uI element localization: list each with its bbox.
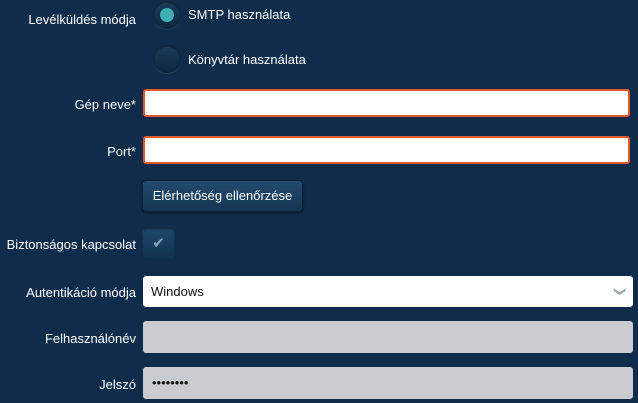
host-input[interactable] bbox=[143, 89, 630, 117]
username-field[interactable] bbox=[143, 321, 633, 353]
password-label: Jelszó bbox=[99, 377, 136, 392]
chevron-down-icon: ❯ bbox=[613, 286, 628, 297]
secure-connection-label: Biztonságos kapcsolat bbox=[6, 237, 136, 252]
password-field[interactable]: •••••••• bbox=[143, 367, 633, 399]
library-radio[interactable] bbox=[153, 45, 181, 73]
radio-selected-dot bbox=[160, 8, 174, 22]
host-label: Gép neve* bbox=[74, 97, 136, 112]
smtp-radio-label[interactable]: SMTP használata bbox=[188, 7, 290, 22]
auth-mode-value: Windows bbox=[151, 284, 204, 299]
auth-mode-label: Autentikáció módja bbox=[26, 285, 136, 300]
secure-connection-checkbox[interactable]: ✔ bbox=[142, 228, 175, 259]
checkmark-icon: ✔ bbox=[152, 235, 165, 252]
auth-mode-select[interactable]: Windows ❯ bbox=[143, 276, 633, 307]
port-label: Port* bbox=[107, 144, 136, 159]
library-radio-label[interactable]: Könyvtár használata bbox=[188, 52, 306, 67]
username-label: Felhasználónév bbox=[44, 331, 136, 346]
send-mode-label: Levélküldés módja bbox=[28, 12, 136, 27]
smtp-radio[interactable] bbox=[153, 1, 181, 29]
port-input[interactable] bbox=[143, 136, 630, 164]
check-availability-button[interactable]: Elérhetőség ellenőrzése bbox=[142, 180, 303, 212]
